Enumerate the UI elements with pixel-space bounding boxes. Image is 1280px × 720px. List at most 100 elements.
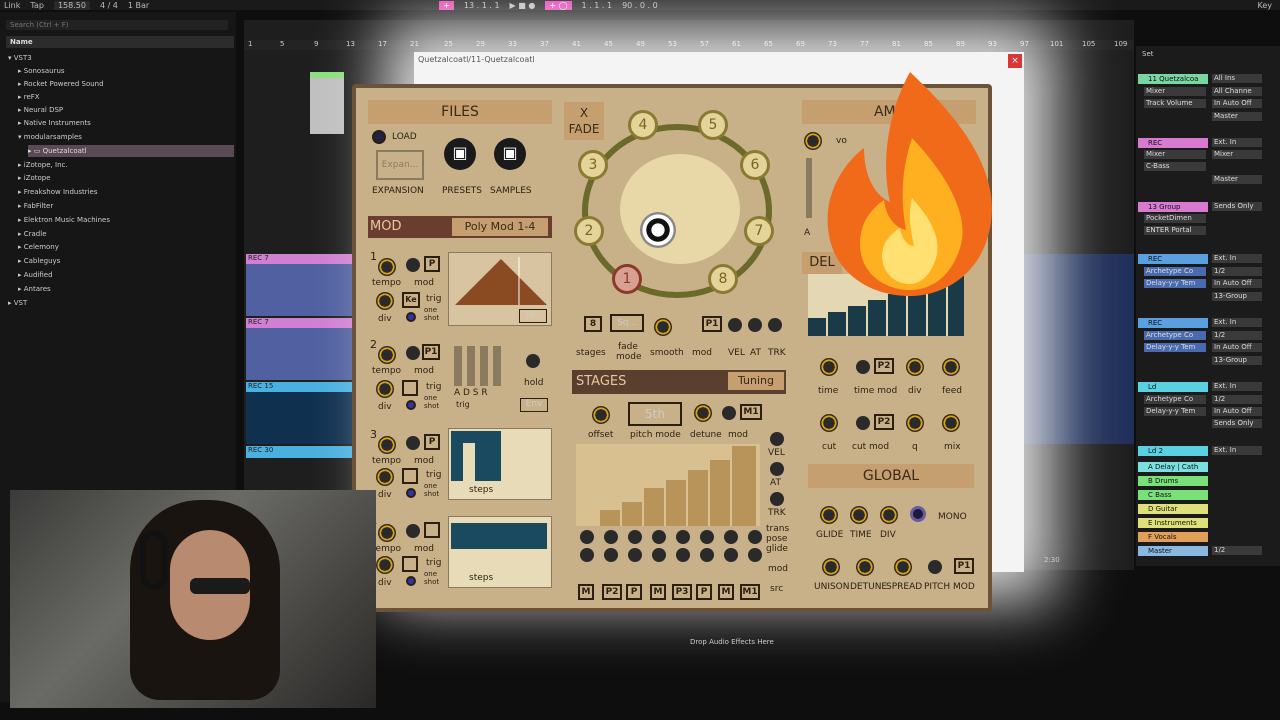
input-channel-dropdown[interactable]: 1/2 [1212,395,1262,404]
device-dropdown[interactable]: Archetype Co [1144,267,1206,276]
device-dropdown[interactable]: Mixer [1144,150,1206,159]
slot-5-button[interactable]: 5 [698,110,728,140]
tree-item[interactable]: ▸ Neural DSP [18,104,63,116]
device-dropdown[interactable]: ENTER Portal [1144,226,1206,235]
slot-7-button[interactable]: 7 [744,216,774,246]
input-channel-dropdown[interactable]: All Channe [1212,87,1262,96]
track-header[interactable]: Ld 2 [1138,446,1208,456]
cut-mod-source[interactable]: P2 [874,414,894,430]
play-button[interactable]: ▶ ■ ● [510,1,536,10]
tempo-knob[interactable] [378,524,396,542]
output-dropdown[interactable]: Master [1212,175,1262,184]
group-track[interactable]: D Guitar [1138,504,1208,514]
monitor-buttons[interactable]: In Auto Off [1212,343,1262,352]
src-button-8[interactable]: M1 [740,584,760,600]
input-dropdown[interactable]: Ext. In [1212,318,1262,327]
track-volume-dropdown[interactable]: Track Volume [1144,99,1206,108]
presets-button[interactable]: ▣ [444,138,476,170]
position-field[interactable]: 13 . 1 . 1 [464,1,500,10]
meter-field[interactable]: 4 / 4 [100,1,118,10]
detune-knob[interactable] [694,404,712,422]
record-button[interactable]: + ◯ [545,0,572,10]
trk-knob[interactable] [768,318,782,332]
input-dropdown[interactable]: Ext. In [1212,254,1262,263]
group-track[interactable]: B Drums [1138,476,1208,486]
mono-toggle[interactable] [910,506,926,522]
tree-item-selected[interactable]: ▸ ▭ Quetzalcoatl [28,145,234,157]
tempo-knob[interactable] [378,258,396,276]
one-shot-toggle[interactable] [406,576,416,586]
morph-knob[interactable] [640,212,676,248]
tree-item[interactable]: ▸ FabFilter [18,200,53,212]
tree-item[interactable]: ▸ Audified [18,269,53,281]
trig-toggle[interactable] [402,556,418,572]
input-channel-dropdown[interactable]: 1/2 [1212,267,1262,276]
detune-mod-source[interactable]: M1 [740,404,762,420]
midi-clip[interactable] [310,72,344,134]
smooth-knob[interactable] [654,318,672,336]
tree-item[interactable]: ▸ Native Instruments [18,117,91,129]
mod-knob[interactable] [406,524,420,538]
monitor-buttons[interactable]: In Auto Off [1212,99,1262,108]
load-button[interactable] [372,130,386,144]
shape-dropdown[interactable]: Ta... [519,309,547,323]
glide-div-knob[interactable] [880,506,898,524]
slot-1-button[interactable]: 1 [612,264,642,294]
mod-knob[interactable] [406,346,420,360]
slot-6-button[interactable]: 6 [740,150,770,180]
env-dropdown[interactable]: Env [520,398,548,412]
fade-mode-dropdown[interactable]: Sq... [610,314,644,332]
tree-item[interactable]: ▾ VST3 [8,52,32,64]
at-knob[interactable] [748,318,762,332]
tree-item[interactable]: ▸ Cableguys [18,255,60,267]
slot-4-button[interactable]: 4 [628,110,658,140]
tree-item[interactable]: ▸ iZotope, Inc. [18,159,68,171]
device-dropdown[interactable]: Delay-y-y Tem [1144,407,1206,416]
q-knob[interactable] [906,414,924,432]
key-button[interactable]: Ke [402,292,420,308]
samples-button[interactable]: ▣ [494,138,526,170]
morph-position-display[interactable] [620,154,740,264]
input-channel-dropdown[interactable]: Mixer [1212,150,1262,159]
src-button-2[interactable]: P2 [602,584,622,600]
search-input[interactable]: Search (Ctrl + F) [6,20,228,30]
slot-2-button[interactable]: 2 [574,216,604,246]
stages-count[interactable]: 8 [584,316,602,332]
detune-knob[interactable] [856,558,874,576]
track-header[interactable]: Ld [1138,382,1208,392]
hold-knob[interactable] [526,354,540,368]
loop-start-field[interactable]: 1 . 1 . 1 [582,1,613,10]
tree-item[interactable]: ▸ reFX [18,91,40,103]
track-header[interactable]: REC [1138,318,1208,328]
audio-clip[interactable]: REC 7 [246,318,354,380]
master-output-dropdown[interactable]: 1/2 [1212,546,1262,555]
group-track[interactable]: E Instruments [1138,518,1208,528]
vel-knob[interactable] [728,318,742,332]
stage-knob-row[interactable] [580,530,762,570]
output-dropdown[interactable]: Master [1212,112,1262,121]
input-channel-dropdown[interactable]: 1/2 [1212,331,1262,340]
output-dropdown[interactable]: 13-Group [1212,292,1262,301]
expansion-button[interactable]: Expan... [376,150,424,180]
tree-item[interactable]: ▸ Sonosaurus [18,65,65,77]
tree-item[interactable]: ▸ Rocket Powered Sound [18,78,104,90]
monitor-buttons[interactable]: In Auto Off [1212,279,1262,288]
mix-knob[interactable] [942,414,960,432]
tree-item[interactable]: ▸ Celemony [18,241,59,253]
tap-button[interactable]: Tap [30,1,44,10]
track-header[interactable]: 11 Quetzalcoa [1138,74,1208,84]
mod-knob[interactable] [406,258,420,272]
unison-knob[interactable] [822,558,840,576]
slot-8-button[interactable]: 8 [708,264,738,294]
div-knob[interactable] [376,468,394,486]
one-shot-toggle[interactable] [406,312,416,322]
input-dropdown[interactable]: All Ins [1212,74,1262,83]
input-dropdown[interactable]: Ext. In [1212,382,1262,391]
audio-clip[interactable] [1022,254,1134,444]
div-knob[interactable] [376,292,394,310]
key-button[interactable]: Key [1257,1,1280,10]
glide-knob[interactable] [820,506,838,524]
source-button[interactable] [424,522,440,538]
offset-knob[interactable] [592,406,610,424]
src-button-3[interactable]: P [626,584,642,600]
